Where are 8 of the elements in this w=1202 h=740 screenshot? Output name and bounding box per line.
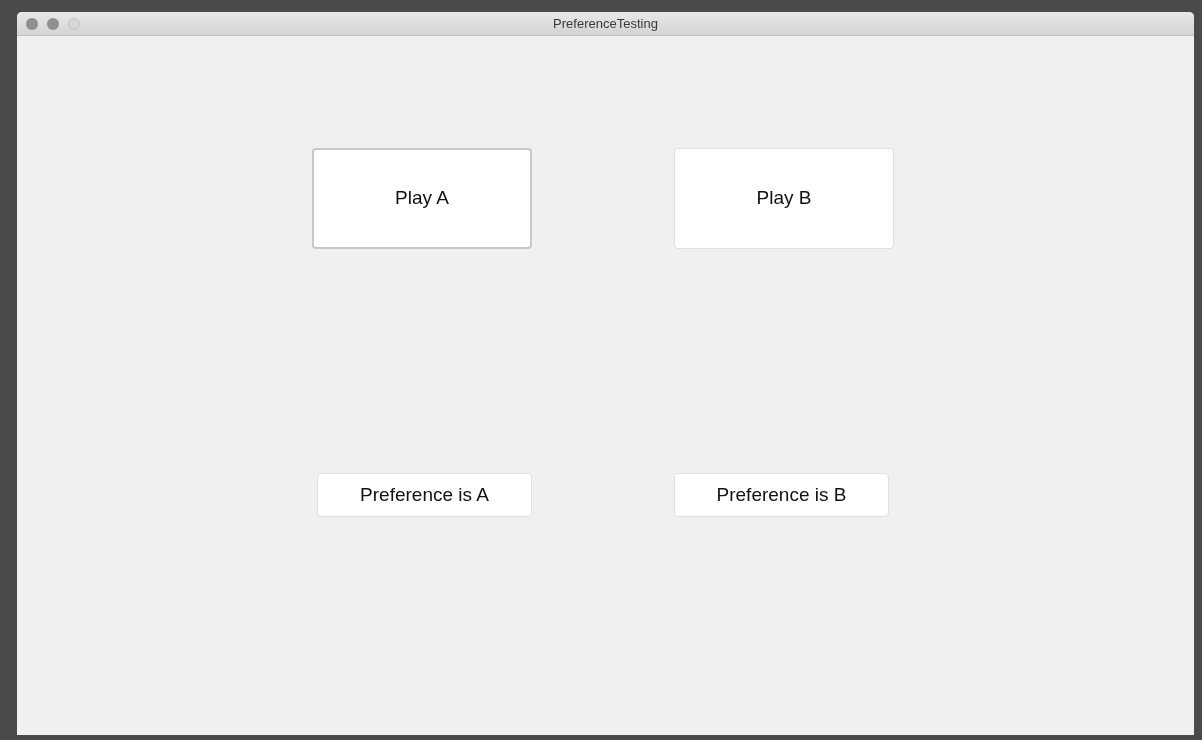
window-title: PreferenceTesting: [553, 14, 658, 33]
play-button[interactable]: Play B: [674, 148, 894, 249]
preference-button[interactable]: Preference is B: [674, 473, 889, 517]
preference-button[interactable]: Preference is A: [317, 473, 532, 517]
play-button[interactable]: Play A: [312, 148, 532, 249]
minimize-icon[interactable]: [47, 18, 59, 30]
close-icon[interactable]: [26, 18, 38, 30]
zoom-icon[interactable]: [68, 18, 80, 30]
